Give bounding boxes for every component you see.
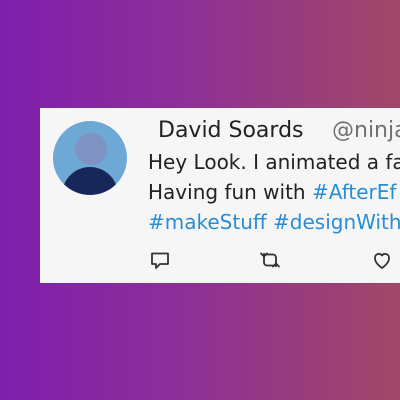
hashtag-link[interactable]: #designWithI: [273, 210, 400, 234]
reply-icon[interactable]: [148, 248, 172, 272]
hashtag-link[interactable]: #makeStuff: [148, 210, 267, 234]
tweet-text-line-3: #makeStuff #designWithI: [148, 210, 400, 234]
tweet-text-line-1: Hey Look. I animated a fa: [148, 150, 400, 174]
author-name[interactable]: David Soards: [158, 118, 304, 143]
hashtag-link[interactable]: #AfterEf: [312, 180, 396, 204]
avatar-head: [75, 133, 107, 165]
author-handle[interactable]: @ninja: [332, 118, 400, 143]
avatar-body: [62, 167, 118, 195]
retweet-icon[interactable]: [258, 248, 282, 272]
tweet-text-fragment: Having fun with: [148, 180, 312, 204]
avatar[interactable]: [53, 121, 127, 195]
heart-icon[interactable]: [370, 248, 394, 272]
tweet-card: David Soards @ninja Hey Look. I animated…: [40, 108, 400, 283]
tweet-text-line-2: Having fun with #AfterEf: [148, 180, 396, 204]
